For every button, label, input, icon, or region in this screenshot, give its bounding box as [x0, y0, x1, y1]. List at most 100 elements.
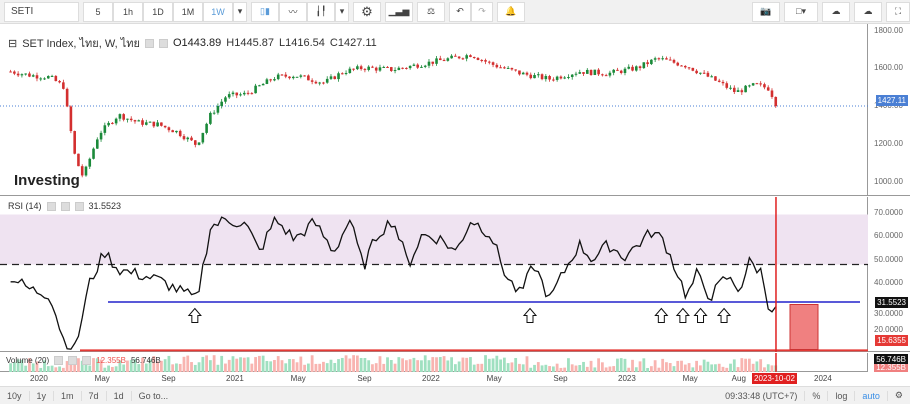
candle	[438, 58, 442, 61]
settings-gear-icon[interactable]: ⚙	[353, 1, 381, 22]
candle	[563, 77, 566, 79]
settings-gear-icon[interactable]: ⚙	[888, 390, 910, 401]
volume-bar	[578, 365, 582, 372]
volume-bar	[665, 362, 668, 372]
candle	[480, 59, 484, 61]
close-icon[interactable]	[82, 356, 92, 365]
candle	[770, 90, 774, 97]
cloud-save-icon[interactable]: ☁	[854, 1, 882, 22]
auto-toggle[interactable]: auto	[855, 390, 888, 401]
interval-1m[interactable]: 1M	[173, 1, 203, 22]
candle	[597, 69, 600, 75]
bottom-bar: 10y 1y 1m 7d 1d Go to... 09:33:48 (UTC+7…	[0, 386, 910, 404]
price-pane[interactable]: ⊟ SET Index, ไทย, W, ไทย O1443.89 H1445.…	[0, 24, 868, 196]
rsi-pane[interactable]: RSI (14) 31.5523	[0, 197, 868, 352]
cloud-load-icon[interactable]: ☁	[822, 1, 850, 22]
interval-dropdown-icon[interactable]: ▾	[233, 1, 247, 22]
candle	[668, 59, 672, 61]
volume-bar	[589, 360, 593, 372]
volume-pane[interactable]: Volume (20) 12.355B 56.746B	[0, 353, 868, 372]
candle	[487, 61, 491, 63]
candle	[35, 75, 39, 79]
volume-bar	[171, 364, 175, 372]
legend-title: SET Index, ไทย, W, ไทย	[22, 38, 140, 50]
candles-icon[interactable]: ▯▮	[251, 1, 279, 22]
interval-1h[interactable]: 1h	[113, 1, 143, 22]
candle	[721, 81, 725, 84]
goto-button[interactable]: Go to...	[132, 391, 176, 401]
candle	[514, 69, 517, 71]
target-box	[789, 304, 819, 350]
time-tick: Aug	[731, 374, 746, 383]
candle	[167, 127, 171, 131]
volume-bar	[197, 362, 201, 372]
tick: 1600.00	[874, 63, 903, 72]
settings-icon[interactable]	[158, 38, 168, 48]
time-axis[interactable]: 2023-10-02 2020 May Sep 2021 May Sep 2022 May Se…	[0, 372, 910, 386]
volume-bar	[668, 363, 672, 372]
redo-icon[interactable]: ↷	[471, 1, 493, 22]
volume-bar	[175, 363, 178, 372]
range-10y[interactable]: 10y	[0, 390, 30, 401]
candle	[73, 131, 76, 154]
volume-bar	[314, 363, 318, 372]
color-picker-icon[interactable]: □▾	[784, 1, 818, 22]
range-7d[interactable]: 7d	[82, 390, 107, 401]
symbol-input[interactable]: SETI	[4, 1, 79, 22]
log-toggle[interactable]: log	[828, 390, 856, 401]
percent-toggle[interactable]: %	[805, 390, 829, 401]
volume-bar	[732, 359, 736, 372]
chart-type-dropdown-icon[interactable]: ▾	[335, 1, 349, 22]
volume-bar	[344, 355, 348, 372]
interval-5[interactable]: 5	[83, 1, 113, 22]
settings-icon[interactable]	[68, 356, 78, 365]
line-chart-icon[interactable]: 〰	[279, 1, 307, 22]
eye-icon[interactable]	[54, 356, 64, 365]
range-1d[interactable]: 1d	[107, 390, 132, 401]
candle	[389, 67, 393, 71]
rsi-axis[interactable]: 70.0000 60.0000 50.0000 40.0000 30.0000 …	[868, 197, 910, 352]
volume-bar	[220, 355, 224, 372]
volume-bar	[544, 364, 548, 372]
volume-bar	[318, 363, 322, 372]
cursor-date-label: 2023-10-02	[752, 373, 797, 384]
volume-bar	[506, 363, 510, 372]
range-1m[interactable]: 1m	[54, 390, 82, 401]
candle	[95, 139, 99, 149]
indicators-icon[interactable]: ▁▃▅	[385, 1, 413, 22]
eye-icon[interactable]	[144, 38, 154, 48]
candle	[69, 106, 73, 132]
volume-bar	[208, 360, 212, 372]
range-1y[interactable]: 1y	[30, 390, 55, 401]
candle	[582, 72, 585, 74]
bars-icon[interactable]: ╽╿	[307, 1, 335, 22]
camera-icon[interactable]: 📷	[752, 1, 780, 22]
settings-icon[interactable]	[60, 201, 70, 211]
candle	[352, 68, 355, 70]
candle	[552, 79, 555, 81]
alert-bell-icon[interactable]: 🔔	[497, 1, 525, 22]
close-icon[interactable]	[74, 201, 84, 211]
volume-bar	[480, 363, 484, 372]
compare-scale-icon[interactable]: ⚖	[417, 1, 445, 22]
candle	[329, 76, 333, 79]
volume-bar	[242, 357, 246, 372]
volume-bar	[250, 363, 254, 372]
candle	[585, 69, 589, 74]
candle	[190, 137, 193, 141]
candle	[593, 69, 597, 76]
price-axis[interactable]: 1800.00 1600.00 1400.00 1200.00 1000.00 …	[868, 24, 910, 196]
candle	[748, 85, 751, 87]
interval-1d[interactable]: 1D	[143, 1, 173, 22]
volume-label: Volume (20)	[6, 356, 50, 365]
candle	[137, 120, 141, 122]
volume-bar	[216, 364, 220, 372]
candle	[216, 106, 220, 113]
eye-icon[interactable]	[46, 201, 56, 211]
undo-icon[interactable]: ↶	[449, 1, 471, 22]
fullscreen-icon[interactable]: ⛶	[886, 1, 910, 22]
volume-bar	[401, 358, 404, 372]
interval-1w[interactable]: 1W	[203, 1, 233, 22]
collapse-icon[interactable]: ⊟	[8, 37, 17, 50]
candle	[710, 76, 713, 78]
